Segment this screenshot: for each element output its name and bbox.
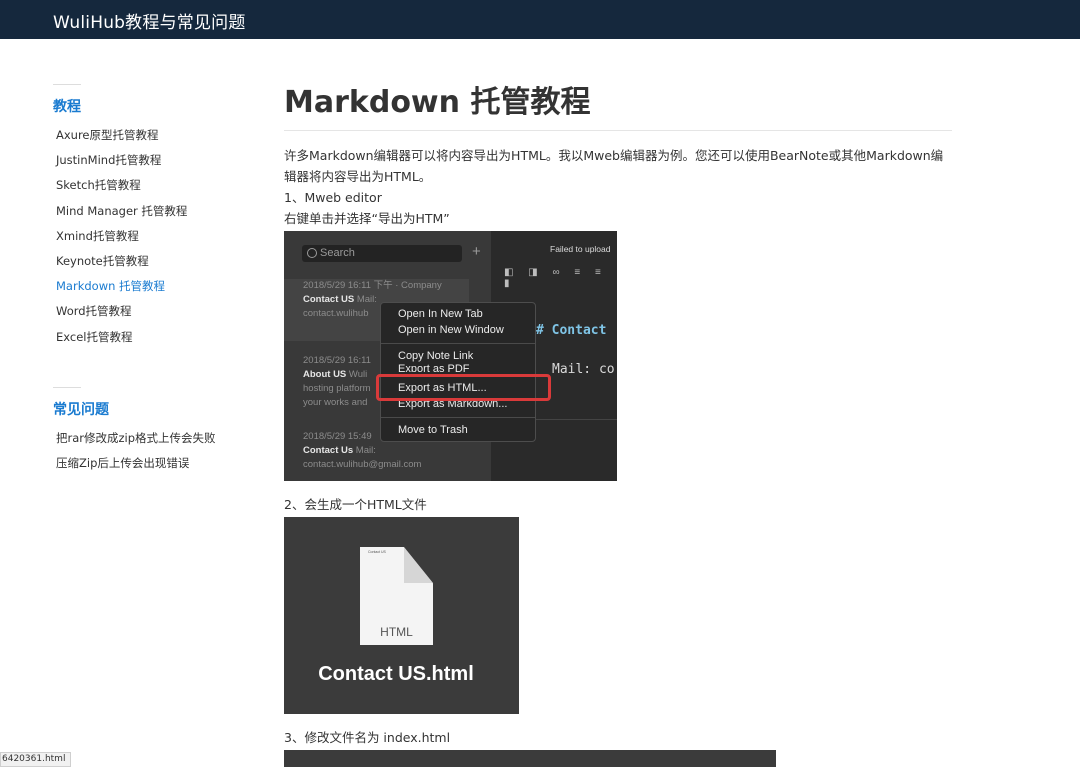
sidebar-faq-section: 常见问题 把rar修改成zip格式上传会失败 压缩Zip后上传会出现错误 xyxy=(53,386,243,480)
sidebar-item-markdown[interactable]: Markdown 托管教程 xyxy=(53,278,243,303)
sidebar-tutorial-list: Axure原型托管教程 JustinMind托管教程 Sketch托管教程 Mi… xyxy=(53,127,243,354)
sidebar-item-keynote[interactable]: Keynote托管教程 xyxy=(53,253,243,278)
sidebar-divider xyxy=(53,386,81,388)
sidebar-divider xyxy=(53,84,81,85)
menu-copy-note-link: Copy Note Link xyxy=(398,350,474,362)
sidebar-item-mind-manager[interactable]: Mind Manager 托管教程 xyxy=(53,203,243,228)
site-brand-link[interactable]: WuliHub教程与常见问题 xyxy=(53,8,246,33)
note-preview-line: contact.wulihub@gmail.com xyxy=(303,459,422,470)
search-placeholder: Search xyxy=(320,247,355,259)
sidebar-faq-zip-error[interactable]: 压缩Zip后上传会出现错误 xyxy=(53,455,243,480)
sidebar-item-axure[interactable]: Axure原型托管教程 xyxy=(53,127,243,152)
title-divider xyxy=(284,130,952,131)
file-type-label: HTML xyxy=(380,625,413,639)
step1-heading: 1、Mweb editor xyxy=(284,190,382,205)
html-file-screenshot: Contact US HTML Contact US.html xyxy=(284,517,519,714)
menu-divider xyxy=(381,417,535,418)
plus-icon: + xyxy=(472,243,481,260)
sidebar: 教程 Axure原型托管教程 JustinMind托管教程 Sketch托管教程… xyxy=(53,84,243,480)
search-icon xyxy=(307,248,317,258)
editor-toolbar-icons: ◧ ◨ ∞ ≡ ≡ ▮ xyxy=(504,267,607,289)
top-navbar: WuliHub教程与常见问题 xyxy=(0,0,1080,39)
mweb-context-menu-screenshot: Search + 2018/5/29 16:11 下午 · Company Co… xyxy=(284,231,617,481)
file-fold-corner xyxy=(404,547,433,583)
sidebar-faq-list: 把rar修改成zip格式上传会失败 压缩Zip后上传会出现错误 xyxy=(53,430,243,480)
note-preview: Mail: xyxy=(356,294,377,305)
note-meta: 2018/5/29 16:11 下午 · Company xyxy=(303,280,442,291)
intro-paragraph: 许多Markdown编辑器可以将内容导出为HTML。我以Mweb编辑器为例。您还… xyxy=(284,148,944,184)
sidebar-heading-faq: 常见问题 xyxy=(53,401,109,418)
file-name-label: Contact US.html xyxy=(318,663,474,685)
page-title: Markdown 托管教程 xyxy=(284,85,591,120)
note-preview: Wuli xyxy=(348,369,368,380)
note-title: Contact Us xyxy=(303,445,354,456)
note-preview: Mail: xyxy=(355,445,376,456)
note-title: Contact US xyxy=(303,294,355,305)
sidebar-heading-tutorials: 教程 xyxy=(53,99,81,115)
step3-heading: 3、修改文件名为 index.html xyxy=(284,730,451,745)
upload-failed-notice: Failed to upload xyxy=(550,244,611,254)
menu-divider xyxy=(381,343,535,344)
main-content: Markdown 托管教程 许多Markdown编辑器可以将内容导出为HTML。… xyxy=(284,84,952,767)
status-bar-url: 6420361.html xyxy=(0,752,72,767)
sidebar-item-xmind[interactable]: Xmind托管教程 xyxy=(53,228,243,253)
sidebar-item-justinmind[interactable]: JustinMind托管教程 xyxy=(53,152,243,177)
file-mini-text: Contact US xyxy=(368,550,386,554)
note-title: About US xyxy=(303,369,347,380)
search-field: Search xyxy=(302,245,462,262)
step2-heading: 2、会生成一个HTML文件 xyxy=(284,497,427,512)
highlight-box xyxy=(376,374,551,401)
rename-screenshot xyxy=(284,750,776,767)
editor-mail-text: Mail: co xyxy=(552,362,615,377)
menu-move-to-trash: Move to Trash xyxy=(398,424,468,436)
sidebar-item-word[interactable]: Word托管教程 xyxy=(53,303,243,328)
sidebar-item-excel[interactable]: Excel托管教程 xyxy=(53,329,243,354)
sidebar-faq-rar-zip[interactable]: 把rar修改成zip格式上传会失败 xyxy=(53,430,243,455)
menu-export-pdf: Export as PDF xyxy=(398,363,470,372)
editor-heading-text: # Contact xyxy=(536,323,607,338)
sidebar-item-sketch[interactable]: Sketch托管教程 xyxy=(53,177,243,202)
step1-description: 右键单击并选择“导出为HTM” xyxy=(284,211,450,226)
context-menu: Open In New Tab Open in New Window Copy … xyxy=(380,302,536,442)
menu-open-new-tab: Open In New Tab xyxy=(398,308,483,320)
menu-open-new-window: Open in New Window xyxy=(398,324,504,336)
